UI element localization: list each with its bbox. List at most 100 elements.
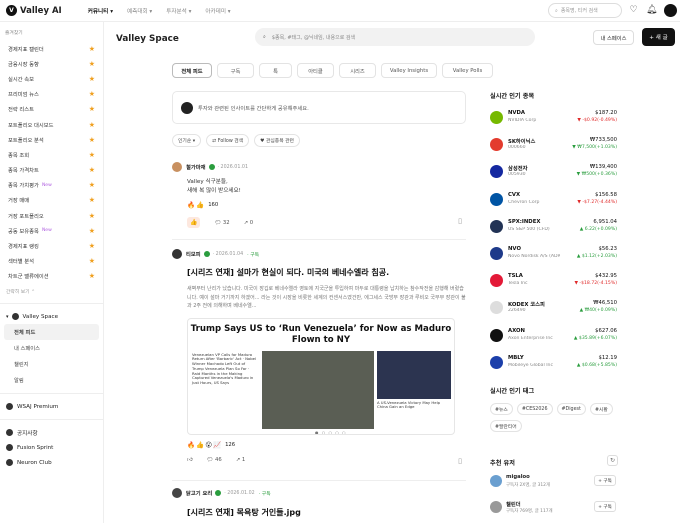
star-icon[interactable]: ★ <box>89 181 95 189</box>
sidebar-neuron-club[interactable]: Neuron Club <box>0 455 103 470</box>
star-icon[interactable]: ★ <box>89 45 95 53</box>
star-icon[interactable]: ★ <box>89 227 95 235</box>
subscribe-link[interactable]: · 구독 <box>259 490 271 497</box>
app-logo[interactable]: V Valley AI <box>6 5 62 16</box>
sidebar-item[interactable]: 거장 포트폴리오 ★ <box>0 208 103 223</box>
feed-post[interactable]: 티모피 · 2026.01.04 · 구독 [시리즈 연재] 설마가 현실이 되… <box>172 249 466 465</box>
carousel-dots[interactable]: ● ○ ○ ○ ○ <box>315 430 347 434</box>
sidebar-item[interactable]: 섹터별 분석 ★ <box>0 254 103 269</box>
subscribe-link[interactable]: · 구독 <box>247 251 259 258</box>
subscribe-button[interactable]: + 구독 <box>594 475 616 486</box>
avatar[interactable] <box>172 162 182 172</box>
sidebar-item[interactable]: 금융시장 동향 ★ <box>0 56 103 71</box>
author-name[interactable]: 철가마재 <box>186 163 206 171</box>
star-icon[interactable]: ★ <box>89 196 95 204</box>
stock-row[interactable]: TSLA Tesla Inc $432.95 ▼ -$18.72(-4.15%) <box>490 271 617 296</box>
star-icon[interactable]: ★ <box>89 242 95 250</box>
post-title[interactable]: [시리즈 연재] 목욕탕 거인들.jpg <box>187 507 466 518</box>
sidebar-item[interactable]: 프리미엄 뉴스 ★ <box>0 87 103 102</box>
star-icon[interactable]: ★ <box>89 151 95 159</box>
star-icon[interactable]: ★ <box>89 257 95 265</box>
refresh-icon[interactable]: ↻ <box>607 455 618 466</box>
star-icon[interactable]: ★ <box>89 75 95 83</box>
recommended-user[interactable]: migaloo 구독자 2X명, 글 312개 + 구독 <box>490 473 616 495</box>
nav-prediction[interactable]: 예측대회 ▾ <box>127 7 152 15</box>
stock-row[interactable]: SK하이닉스 000660 ₩733,500 ▼ ₩7,500(+1.03%) <box>490 135 617 160</box>
sidebar-fusion-sprint[interactable]: Fusion Sprint <box>0 440 103 455</box>
avatar[interactable] <box>172 249 182 259</box>
star-icon[interactable]: ★ <box>89 60 95 68</box>
nav-analysis[interactable]: 투자분석 ▾ <box>166 7 191 15</box>
sidebar-item[interactable]: 경제지표 캘린더 ★ <box>0 41 103 56</box>
sidebar-sub-challenge[interactable]: 챌린지 <box>0 356 103 372</box>
nav-community[interactable]: 커뮤니티 ▾ <box>88 7 113 15</box>
sidebar-item[interactable]: 실시간 속보 ★ <box>0 71 103 86</box>
recommended-user[interactable]: 챌린더 구독자 769명, 글 117개 + 구독 <box>490 499 616 521</box>
reaction-button[interactable]: 👍︎ <box>187 457 193 463</box>
post-title[interactable]: [시리즈 연재] 설마가 현실이 되다. 미국의 베네수엘라 침공. <box>187 267 466 278</box>
stock-row[interactable]: CVX Chevron Corp $156.58 ▼ -$7.27(-4.44%) <box>490 190 617 215</box>
tab-article[interactable]: 아티클 <box>297 63 334 78</box>
star-icon[interactable]: ★ <box>89 212 95 220</box>
sidebar-item[interactable]: 거장 매매 ★ <box>0 193 103 208</box>
star-icon[interactable]: ★ <box>89 105 95 113</box>
stock-row[interactable]: AXON Axon Enterprise Inc $627.06 ▲ $35.89(+… <box>490 326 617 351</box>
sidebar-item[interactable]: 종목 조회 ★ <box>0 147 103 162</box>
tag-chip[interactable]: #시황 <box>589 403 613 415</box>
tag-chip[interactable]: #뉴스 <box>490 403 513 415</box>
subscribe-button[interactable]: + 구독 <box>594 501 616 512</box>
tab-all-feed[interactable]: 전체 피드 <box>172 63 212 78</box>
sidebar-item[interactable]: 종목 가격차트 ★ <box>0 163 103 178</box>
sidebar-sub-my-space[interactable]: 내 스페이스 <box>0 340 103 356</box>
user-avatar[interactable] <box>664 4 677 17</box>
sidebar-notice[interactable]: 공지사항 <box>0 425 103 440</box>
sidebar-item[interactable]: 공동 보유종목 New ★ <box>0 223 103 238</box>
sidebar-item[interactable]: 종목 가치평가 New ★ <box>0 178 103 193</box>
tag-chip[interactable]: #Digest <box>556 403 586 415</box>
author-name[interactable]: 티모피 <box>186 250 201 258</box>
sidebar-wsaj-premium[interactable]: WSAJ Premium <box>0 399 103 414</box>
collapse-link[interactable]: 간략히 보기 ⌃ <box>6 288 103 295</box>
stock-row[interactable]: KODEX 코스피 226490 ₩46,510 ▲ ₩40(+0.09%) <box>490 298 617 323</box>
post-composer[interactable]: 투자와 관련된 인사이트를 간단하게 공유해주세요. <box>172 91 466 124</box>
space-search-input[interactable]: ⌕ $종목, #태그, @닉네임, 내용으로 검색 <box>255 28 535 46</box>
feed-post[interactable]: 철가마재 · 2026.01.01 Valley 식구분들, 새해 복 많이 받… <box>172 162 466 228</box>
stock-row[interactable]: 삼성전자 005930 ₩139,400 ▼ ₩500(+0.36%) <box>490 162 617 187</box>
star-icon[interactable]: ★ <box>89 90 95 98</box>
new-post-button[interactable]: + 새 글 <box>642 28 675 46</box>
tab-valley-insights[interactable]: Valley Insights <box>381 63 437 78</box>
tab-subscribe[interactable]: 구독 <box>217 63 254 78</box>
comment-button[interactable]: 💬︎ 46 <box>207 457 222 463</box>
reaction-button[interactable]: 👍 <box>187 217 201 228</box>
sidebar-item[interactable]: 차트군 밸류에이션 ★ <box>0 269 103 284</box>
header-search-input[interactable]: ⌕ 종목명, 티커 검색 <box>548 3 622 18</box>
stock-row[interactable]: NVDA NVIDIA Corp $187.20 ▼ -$0.92(-0.49%) <box>490 108 617 133</box>
comment-button[interactable]: 💬︎ 32 <box>214 220 229 226</box>
stock-row[interactable]: NVO Novo Nordisk A/S (ADR) $56.23 ▲ $1.12(+… <box>490 244 617 269</box>
sidebar-item[interactable]: 포트폴리오 분석 ★ <box>0 132 103 147</box>
stock-row[interactable]: SPX:INDEX US S&P 500 (CFD) 6,951.04 ▲ 6.22(… <box>490 217 617 242</box>
avatar[interactable] <box>172 488 182 498</box>
tab-series[interactable]: 시리즈 <box>339 63 376 78</box>
my-space-button[interactable]: 내 스페이스 <box>593 30 634 45</box>
star-icon[interactable]: ★ <box>89 166 95 174</box>
star-icon[interactable]: ★ <box>89 136 95 144</box>
share-button[interactable]: ↗ 0 <box>244 220 254 226</box>
star-icon[interactable]: ★ <box>89 272 95 280</box>
tab-talk[interactable]: 톡 <box>259 63 292 78</box>
sidebar-valley-space[interactable]: ▾ Valley Space <box>0 309 103 324</box>
sidebar-item[interactable]: 포트폴리오 대시보드 ★ <box>0 117 103 132</box>
news-embed-card[interactable]: Trump Says US to ‘Run Venezuela’ for Now… <box>187 317 455 435</box>
tab-valley-polls[interactable]: Valley Polls <box>442 63 493 78</box>
sort-dropdown[interactable]: 인기순 ▾ <box>172 134 202 147</box>
sidebar-item[interactable]: 전략 리스트 ★ <box>0 102 103 117</box>
feed-post[interactable]: 닭고기 요리 · 2026.01.02 · 구독 [시리즈 연재] 목욕탕 거인… <box>172 488 466 525</box>
watchlist-filter-chip[interactable]: ♥ 관심종목 관련 <box>254 134 300 147</box>
tag-chip[interactable]: #팔란티어 <box>490 420 522 432</box>
follow-filter-chip[interactable]: ⇄ Follow 검색 <box>206 134 250 147</box>
star-icon[interactable]: ★ <box>89 121 95 129</box>
author-name[interactable]: 닭고기 요리 <box>186 489 212 497</box>
share-button[interactable]: ↗ 1 <box>236 457 246 463</box>
stock-row[interactable]: MBLY Mobileye Global Inc $12.19 ▲ $0.68(+5.… <box>490 353 617 378</box>
sidebar-sub-alerts[interactable]: 알림 <box>0 372 103 388</box>
